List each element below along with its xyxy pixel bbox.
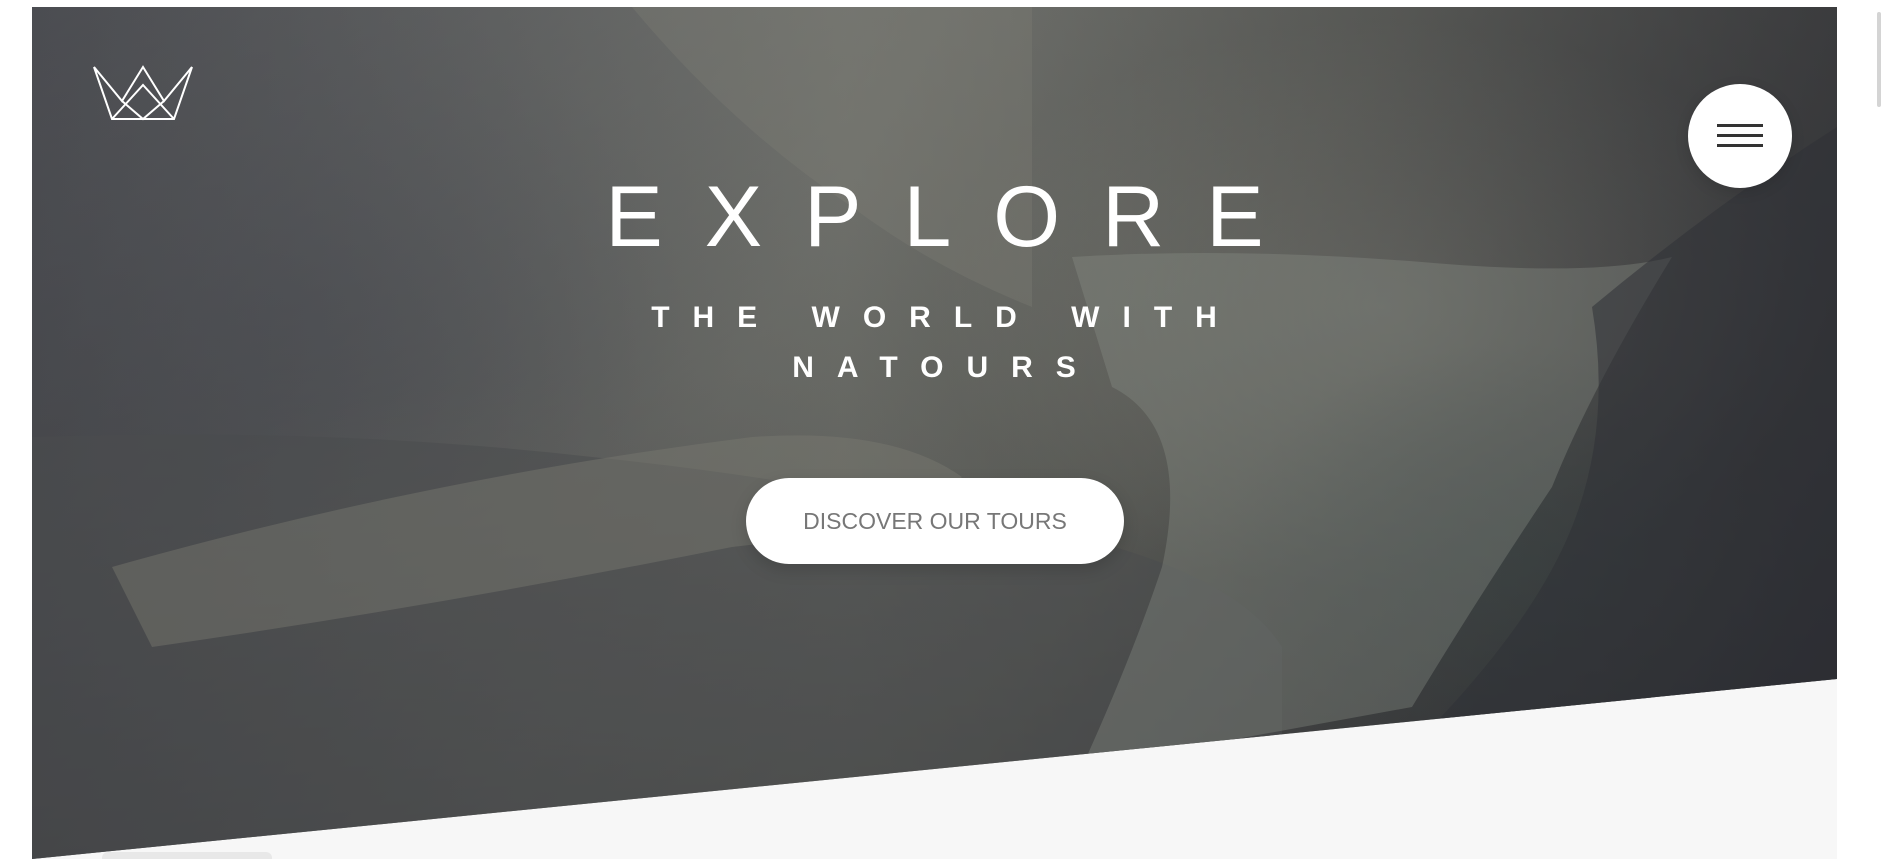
hamburger-menu-icon xyxy=(1717,144,1763,147)
discover-tours-button[interactable]: DISCOVER OUR TOURS xyxy=(746,478,1124,564)
next-section-element xyxy=(102,852,272,859)
hero-header: EXPLORE THE WORLD WITH NATOURS DISCOVER … xyxy=(32,7,1837,859)
crown-logo-icon[interactable] xyxy=(92,65,194,121)
hero-title-sub: THE WORLD WITH NATOURS xyxy=(651,301,1240,384)
scrollbar-track[interactable] xyxy=(1872,0,1886,859)
hero-background-image xyxy=(32,7,1837,859)
hero-title-main: EXPLORE xyxy=(605,169,1306,265)
hamburger-menu-icon xyxy=(1717,134,1763,137)
scrollbar-thumb[interactable] xyxy=(1877,12,1881,107)
hamburger-menu-icon xyxy=(1717,124,1763,127)
page: EXPLORE THE WORLD WITH NATOURS DISCOVER … xyxy=(32,7,1837,859)
